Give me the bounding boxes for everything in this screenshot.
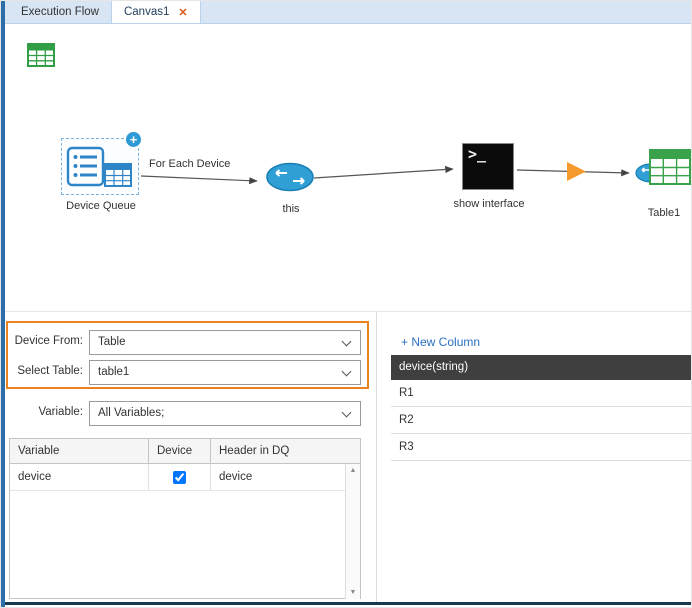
vertical-scrollbar[interactable]: ▲ ▼ xyxy=(345,464,360,599)
variable-value: All Variables; xyxy=(98,402,164,425)
this-node-label: this xyxy=(273,203,309,215)
tab-bar: Execution Flow Canvas1 ✕ xyxy=(1,1,692,24)
table1-node[interactable] xyxy=(635,148,692,194)
device-column-header: device(string) xyxy=(391,355,691,380)
close-tab-icon[interactable]: ✕ xyxy=(178,6,187,19)
mapping-table-header: Variable Device Header in DQ xyxy=(10,439,360,464)
tab-canvas1[interactable]: Canvas1 ✕ xyxy=(111,1,201,23)
device-from-select[interactable]: Table xyxy=(89,330,361,355)
header-in-dq-cell: device xyxy=(211,464,346,490)
for-each-device-edge-label: For Each Device xyxy=(149,158,259,170)
table-toolbar-icon[interactable] xyxy=(27,41,55,69)
variable-cell: device xyxy=(10,464,149,490)
router-node-this[interactable] xyxy=(266,162,314,197)
device-table-row[interactable]: R3 xyxy=(391,434,691,461)
device-table-row[interactable]: R1 xyxy=(391,380,691,407)
variable-mapping-table: Variable Device Header in DQ device devi… xyxy=(9,438,361,599)
variable-select[interactable]: All Variables; xyxy=(89,401,361,426)
chevron-down-icon xyxy=(342,408,352,418)
result-table-icon xyxy=(649,148,691,191)
panel-divider-vertical xyxy=(376,312,377,602)
new-column-link[interactable]: + New Column xyxy=(401,335,480,349)
scroll-down-icon[interactable]: ▼ xyxy=(346,589,360,596)
device-queue-node[interactable]: + xyxy=(61,138,139,195)
chevron-down-icon xyxy=(342,337,352,347)
device-checkbox[interactable] xyxy=(173,471,186,484)
table-mini-icon xyxy=(104,163,132,192)
device-table-row[interactable]: R2 xyxy=(391,407,691,434)
column-header-header-in-dq: Header in DQ xyxy=(211,439,346,463)
select-table-label: Select Table: xyxy=(7,365,83,377)
device-list-icon xyxy=(66,146,106,193)
tab-canvas1-label: Canvas1 xyxy=(124,6,169,18)
table1-node-label: Table1 xyxy=(641,207,687,219)
window-left-accent-bar xyxy=(1,1,5,608)
window-bottom-border xyxy=(1,602,692,605)
mapping-table-row[interactable]: device device xyxy=(10,464,360,491)
tab-execution-flow-label: Execution Flow xyxy=(21,6,99,18)
show-interface-label: show interface xyxy=(447,198,531,210)
column-header-device: Device xyxy=(149,439,211,463)
device-from-label: Device From: xyxy=(7,335,83,347)
scroll-up-icon[interactable]: ▲ xyxy=(346,467,360,474)
plus-badge-icon: + xyxy=(125,131,142,148)
device-queue-label: Device Queue xyxy=(53,200,149,212)
device-cell xyxy=(149,464,211,490)
device-from-value: Table xyxy=(98,331,126,354)
tab-execution-flow[interactable]: Execution Flow xyxy=(9,1,111,23)
router-icon xyxy=(266,162,314,192)
terminal-prompt-icon: >_ xyxy=(468,145,486,163)
panel-divider-horizontal xyxy=(1,311,692,312)
flow-direction-marker-icon xyxy=(567,162,586,181)
column-header-variable: Variable xyxy=(10,439,149,463)
chevron-down-icon xyxy=(342,367,352,377)
app-window: Execution Flow Canvas1 ✕ + xyxy=(0,0,692,608)
show-interface-terminal-node[interactable]: >_ xyxy=(462,143,514,190)
select-table-select[interactable]: table1 xyxy=(89,360,361,385)
variable-label: Variable: xyxy=(7,406,83,418)
select-table-value: table1 xyxy=(98,361,129,384)
device-table: device(string) R1 R2 R3 xyxy=(391,355,691,461)
